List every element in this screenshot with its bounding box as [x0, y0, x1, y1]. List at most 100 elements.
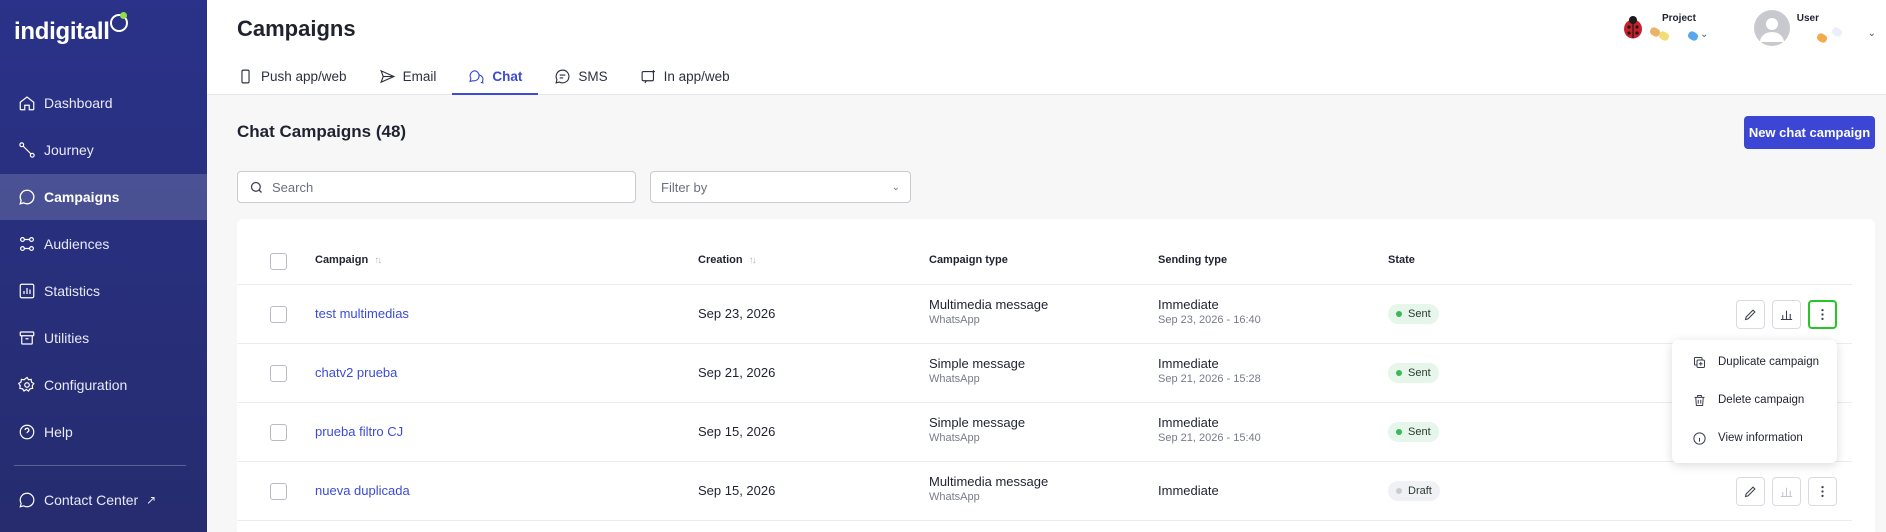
help-icon: [19, 424, 35, 440]
user-label: User: [1796, 13, 1819, 24]
chevron-down-icon: ⌄: [891, 181, 900, 193]
view-information-item[interactable]: View information: [1672, 420, 1837, 456]
tab-email[interactable]: Email: [363, 58, 453, 95]
row-checkbox[interactable]: [270, 306, 287, 323]
gear-icon: [18, 376, 35, 392]
project-selector[interactable]: Project ⌄: [1620, 12, 1760, 52]
brand-logo[interactable]: indigitall: [14, 18, 110, 46]
row-checkbox[interactable]: [270, 483, 287, 500]
chat-dots-icon: [19, 492, 35, 508]
sidebar-item-statistics[interactable]: Statistics: [0, 268, 207, 314]
campaign-type: Multimedia message WhatsApp: [929, 474, 1048, 503]
trash-icon: [1694, 394, 1705, 406]
tab-label: Chat: [492, 69, 523, 84]
tab-push[interactable]: Push app/web: [237, 58, 363, 95]
project-label: Project: [1662, 13, 1696, 24]
campaign-name-link[interactable]: test multimedias: [315, 306, 409, 321]
table-row[interactable]: test multimedias Sep 23, 2026 Multimedia…: [237, 285, 1852, 344]
search-box[interactable]: [237, 171, 636, 203]
status-label: Draft: [1408, 485, 1432, 497]
pencil-icon: [1744, 309, 1756, 321]
campaign-name-link[interactable]: nueva duplicada: [315, 483, 410, 498]
statistics-button[interactable]: [1772, 477, 1801, 506]
sidebar-item-utilities[interactable]: Utilities: [0, 315, 207, 361]
duplicate-campaign-item[interactable]: Duplicate campaign: [1672, 344, 1837, 380]
sidebar-item-contact-center[interactable]: Contact Center ↗: [0, 477, 207, 523]
statistics-button[interactable]: [1772, 300, 1801, 329]
sending-type: Immediate Sep 21, 2026 - 15:40: [1158, 415, 1261, 444]
sending-type-label: Immediate: [1158, 356, 1219, 371]
sidebar-item-help[interactable]: Help: [0, 409, 207, 455]
tab-sms[interactable]: SMS: [538, 58, 623, 95]
col-creation[interactable]: Creation ↑↓: [698, 254, 757, 266]
chevron-down-icon: ⌄: [1700, 29, 1709, 40]
user-avatar-icon: [1760, 18, 1784, 42]
status-dot: [1396, 488, 1402, 494]
status-dot: [1396, 311, 1402, 317]
status-label: Sent: [1408, 426, 1431, 438]
table-row[interactable]: chatv2 prueba Sep 21, 2026 Simple messag…: [237, 344, 1852, 403]
edit-button[interactable]: [1736, 300, 1765, 329]
sidebar-item-journey[interactable]: Journey: [0, 127, 207, 173]
table-row[interactable]: nueva duplicada Sep 15, 2026 Multimedia …: [237, 462, 1852, 521]
project-color-dot: [1686, 30, 1700, 42]
more-options-button[interactable]: [1808, 300, 1837, 329]
chat-icon: [469, 70, 484, 84]
chart-icon: [19, 283, 35, 299]
sidebar-item-configuration[interactable]: Configuration: [0, 362, 207, 408]
sidebar-item-label: Help: [44, 424, 73, 440]
mobile-icon: [241, 69, 250, 84]
status-badge: Sent: [1388, 304, 1439, 324]
sms-icon: [555, 69, 570, 84]
sidebar-item-audiences[interactable]: Audiences: [0, 221, 207, 267]
creation-date: Sep 23, 2026: [698, 306, 776, 321]
col-campaign[interactable]: Campaign ↑↓: [315, 254, 382, 266]
status-badge: Sent: [1388, 363, 1439, 383]
row-checkbox[interactable]: [270, 424, 287, 441]
sidebar-item-dashboard[interactable]: Dashboard: [0, 80, 207, 126]
campaign-name-link[interactable]: chatv2 prueba: [315, 365, 397, 380]
journey-icon: [19, 142, 35, 158]
edit-button[interactable]: [1736, 477, 1765, 506]
section-title: Chat Campaigns (48): [237, 122, 407, 141]
vertical-dots-icon: [1821, 486, 1824, 497]
sidebar-item-label: Journey: [44, 142, 94, 158]
more-options-button[interactable]: [1808, 477, 1837, 506]
tab-label: In app/web: [663, 69, 730, 84]
sidebar: indigitall Dashboard Journey Campaigns A…: [0, 0, 207, 532]
page-title: Campaigns: [237, 16, 356, 41]
tab-chat[interactable]: Chat: [452, 58, 539, 95]
sidebar-item-campaigns[interactable]: Campaigns: [0, 174, 207, 220]
search-input[interactable]: [272, 179, 612, 195]
external-link-icon: ↗: [146, 493, 157, 507]
creation-date: Sep 21, 2026: [698, 365, 776, 380]
user-color-dot: [1815, 32, 1829, 44]
status-dot: [1396, 429, 1402, 435]
user-chevron-down-icon[interactable]: ⌄: [1868, 28, 1876, 39]
sidebar-divider: [14, 465, 186, 466]
select-all-checkbox[interactable]: [270, 253, 287, 270]
menu-item-label: Delete campaign: [1718, 394, 1805, 406]
sidebar-item-label: Audiences: [44, 236, 110, 252]
sending-type: Immediate Sep 21, 2026 - 15:28: [1158, 356, 1261, 385]
sidebar-item-label: Campaigns: [44, 189, 120, 205]
campaign-type-label: Multimedia message: [929, 474, 1049, 489]
filter-dropdown[interactable]: Filter by ⌄: [650, 171, 911, 203]
row-checkbox[interactable]: [270, 365, 287, 382]
campaign-type-label: Simple message: [929, 356, 1026, 371]
col-label: Campaign: [315, 254, 369, 266]
sending-type-label: Immediate: [1158, 297, 1219, 312]
tab-inapp[interactable]: In app/web: [624, 58, 746, 95]
search-icon: [250, 181, 262, 193]
table-row[interactable]: prueba filtro CJ Sep 15, 2026 Simple mes…: [237, 403, 1852, 462]
delete-campaign-item[interactable]: Delete campaign: [1672, 382, 1837, 418]
sending-type: Immediate Sep 23, 2026 - 16:40: [1158, 297, 1261, 326]
campaign-name-link[interactable]: prueba filtro CJ: [315, 424, 403, 439]
avatar[interactable]: [1754, 10, 1790, 46]
new-chat-campaign-button[interactable]: New chat campaign: [1744, 116, 1875, 149]
ladybug-icon: [1624, 16, 1642, 39]
status-label: Sent: [1408, 367, 1431, 379]
tab-label: SMS: [578, 69, 608, 84]
home-icon: [19, 96, 35, 111]
col-campaign-type: Campaign type: [929, 254, 1008, 266]
